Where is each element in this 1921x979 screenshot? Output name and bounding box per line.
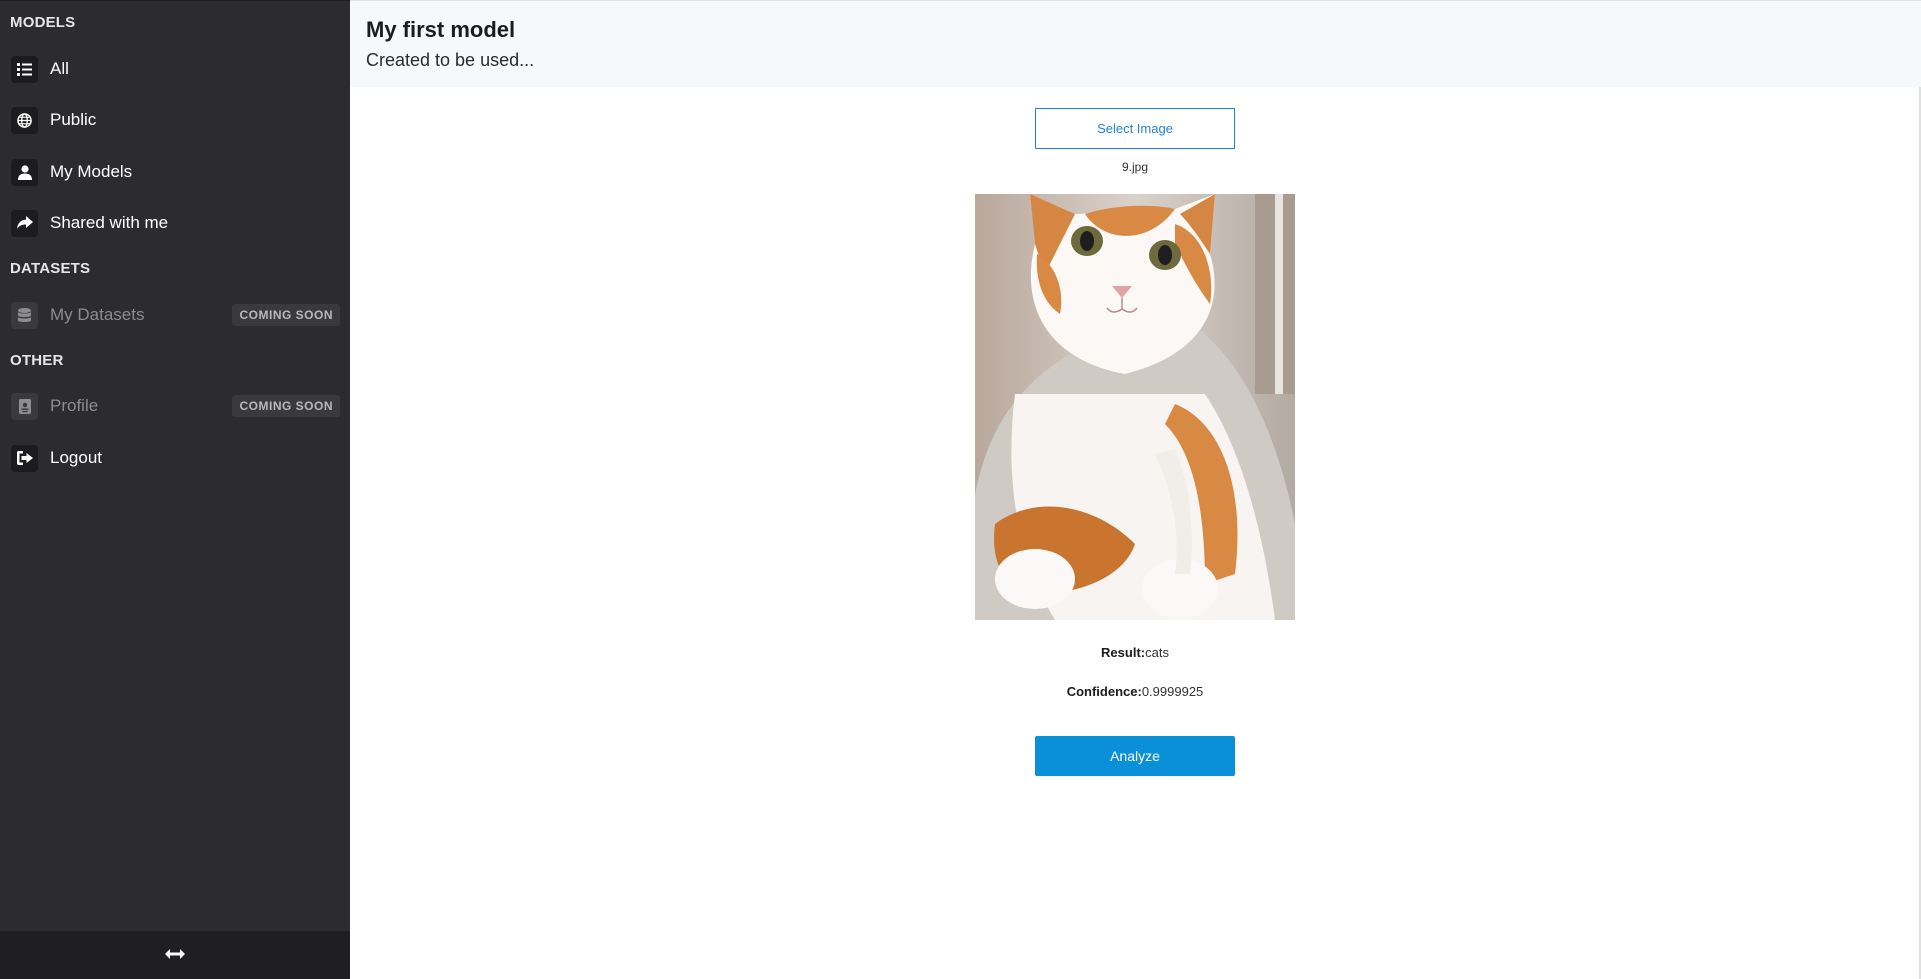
database-icon <box>11 301 38 329</box>
sidebar-item-all[interactable]: All <box>0 45 350 93</box>
sidebar-item-label: Logout <box>50 448 102 467</box>
select-image-button[interactable]: Select Image <box>1035 108 1235 149</box>
sidebar-item-shared[interactable]: Shared with me <box>0 199 350 247</box>
sidebar-item-logout[interactable]: Logout <box>0 434 350 482</box>
sidebar-toggle-button[interactable] <box>0 931 350 979</box>
sidebar-item-profile: Profile COMING SOON <box>0 382 350 430</box>
sign-out-icon <box>11 444 38 472</box>
globe-icon <box>11 106 38 134</box>
share-arrow-icon <box>11 209 38 237</box>
result-label: Result: <box>1101 645 1146 660</box>
page-subtitle: Created to be used... <box>366 50 535 70</box>
result-line: Result:cats <box>835 645 1435 660</box>
section-header-datasets: DATASETS <box>10 260 91 277</box>
horizontal-resize-icon <box>165 946 185 964</box>
user-icon <box>11 158 38 186</box>
sidebar-item-label: All <box>50 59 69 78</box>
confidence-value: 0.9999925 <box>1141 684 1204 699</box>
sidebar-item-public[interactable]: Public <box>0 96 350 144</box>
analyze-button[interactable]: Analyze <box>1035 736 1235 776</box>
sidebar-item-label: Shared with me <box>50 213 169 232</box>
selected-filename: 9.jpg <box>1121 160 1149 174</box>
page-title: My first model <box>366 17 516 42</box>
page-header: My first model Created to be used... <box>350 0 1921 87</box>
sidebar-item-my-models[interactable]: My Models <box>0 148 350 196</box>
coming-soon-badge: COMING SOON <box>232 395 340 417</box>
sidebar-item-label: Profile <box>50 396 99 415</box>
sidebar-item-label: My Datasets <box>50 305 145 324</box>
image-preview <box>975 194 1295 620</box>
sidebar: MODELS All Public My Models Shared with … <box>0 0 350 979</box>
result-value: cats <box>1145 645 1169 660</box>
sidebar-item-label: My Models <box>50 162 133 181</box>
sidebar-item-my-datasets: My Datasets COMING SOON <box>0 291 350 339</box>
confidence-label: Confidence: <box>1066 684 1142 699</box>
cat-image <box>975 194 1295 620</box>
list-icon <box>11 55 38 83</box>
section-header-other: OTHER <box>10 352 64 369</box>
sidebar-item-label: Public <box>50 110 97 129</box>
coming-soon-badge: COMING SOON <box>232 304 340 326</box>
main-content: Select Image 9.jpg Result:cats Confidenc… <box>350 87 1921 979</box>
app: MODELS All Public My Models Shared with … <box>0 0 1921 979</box>
confidence-line: Confidence:0.9999925 <box>835 684 1435 699</box>
section-header-models: MODELS <box>10 14 76 31</box>
id-card-icon <box>11 392 38 420</box>
